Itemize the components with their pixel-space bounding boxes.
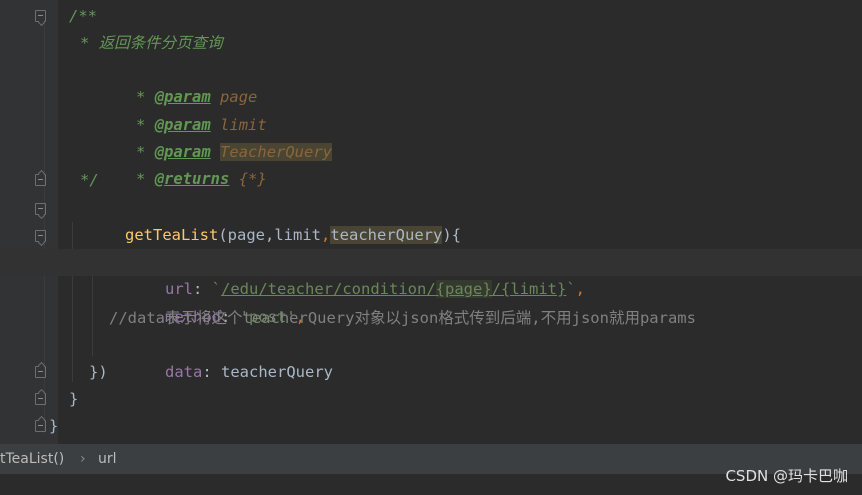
breadcrumb-item-url[interactable]: url (98, 444, 117, 474)
code-line[interactable]: * @returns {*} (0, 139, 862, 188)
code-line[interactable]: * 返回条件分页查询 (0, 30, 862, 57)
doc-comment-start: /** (69, 7, 97, 25)
code-line[interactable]: * @param limit (0, 85, 862, 134)
code-line[interactable]: getTeaList(page,limit,teacherQuery){ (0, 195, 862, 244)
code-editor[interactable]: /** * 返回条件分页查询 * @param page * @param li… (0, 0, 862, 444)
call-close: }) (89, 363, 108, 381)
doc-comment-description: * 返回条件分页查询 (80, 34, 223, 52)
line-comment: //data表示将这个teacherQuery对象以json格式传到后端,不用j… (109, 309, 696, 327)
code-line[interactable]: } (0, 386, 862, 413)
code-line-current[interactable]: url: `/edu/teacher/condition/{page}/{lim… (0, 249, 862, 298)
code-line[interactable]: data: teacherQuery (0, 332, 862, 381)
block-close: } (49, 417, 59, 435)
code-line[interactable]: /** (0, 3, 862, 30)
doc-comment-end: */ (80, 171, 99, 189)
function-close: } (69, 390, 79, 408)
code-line[interactable]: return request({ (0, 222, 862, 271)
code-line[interactable]: method: 'post', (0, 277, 862, 326)
code-line[interactable]: * @param TeacherQuery (0, 112, 862, 161)
breadcrumb-item-function[interactable]: tTeaList() (0, 444, 64, 474)
code-line[interactable]: * @param page (0, 57, 862, 106)
chevron-right-icon: › (80, 451, 86, 467)
code-line[interactable]: //data表示将这个teacherQuery对象以json格式传到后端,不用j… (0, 305, 862, 332)
code-line[interactable]: }) (0, 359, 862, 386)
code-line[interactable]: } (0, 413, 862, 440)
code-line[interactable]: */ (0, 167, 862, 194)
watermark: CSDN @玛卡巴咖 (725, 467, 848, 485)
